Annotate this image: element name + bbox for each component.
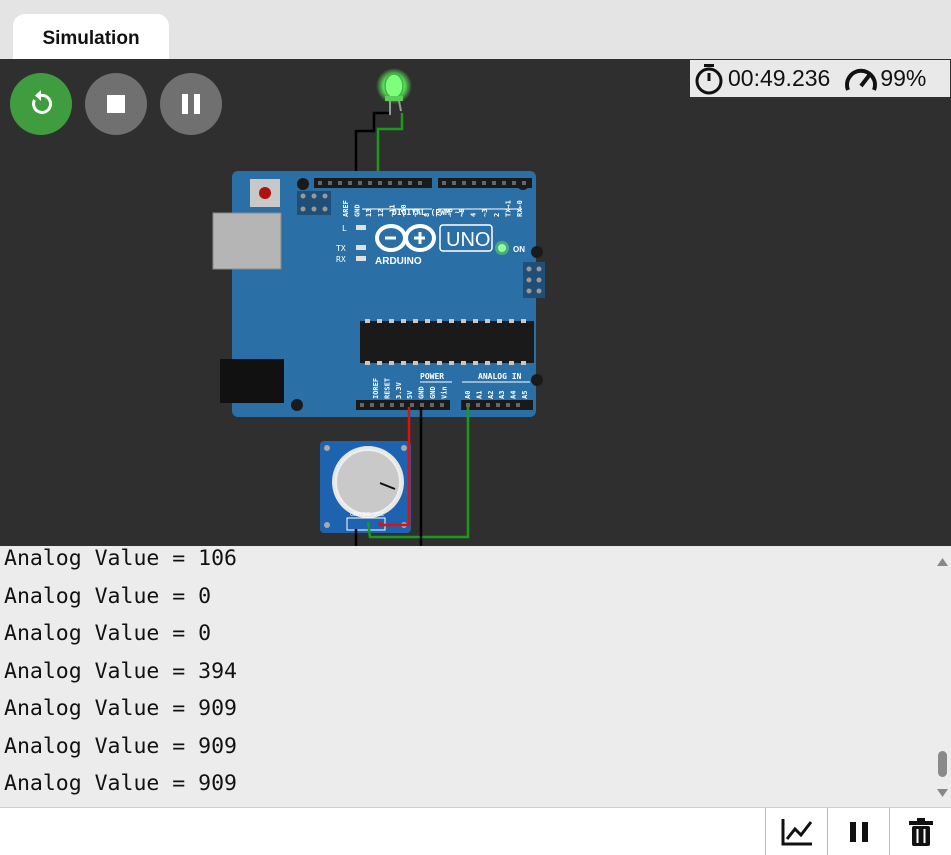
pin-label: IOREF bbox=[372, 378, 380, 399]
tx-led-label: TX bbox=[336, 244, 346, 253]
rx-led-label: RX bbox=[336, 255, 346, 264]
scroll-down-icon[interactable] bbox=[934, 786, 951, 800]
serial-output: Analog Value = 106 Analog Value = 0 Analog… bbox=[4, 546, 237, 803]
pin-label: 8 bbox=[423, 213, 431, 217]
serial-pause-button[interactable] bbox=[827, 808, 890, 855]
pin-label: ~3 bbox=[481, 209, 489, 217]
serial-line: Analog Value = 0 bbox=[4, 583, 212, 609]
serial-line: Analog Value = 106 bbox=[4, 546, 237, 571]
pin-label: GND bbox=[429, 386, 437, 399]
pot-pin-label: GND bbox=[350, 512, 362, 518]
pin-label: ~11 bbox=[388, 204, 396, 217]
circuit-diagram[interactable]: DIGITAL (PWM ~) L TX RX ARDUINO UNO ON P… bbox=[0, 59, 951, 546]
pin-label: GND bbox=[354, 204, 362, 217]
pin-label: A2 bbox=[487, 391, 495, 399]
pin-label: Vin bbox=[440, 386, 448, 399]
pin-label: 7 bbox=[435, 213, 443, 217]
pin-label: 13 bbox=[365, 209, 373, 217]
pin-label: 4 bbox=[470, 213, 478, 217]
pin-label: 12 bbox=[377, 209, 385, 217]
chart-icon bbox=[781, 818, 813, 845]
serial-line: Analog Value = 909 bbox=[4, 771, 237, 796]
pin-label: A0 bbox=[464, 391, 472, 399]
plotter-button[interactable] bbox=[765, 808, 828, 855]
pin-label: A3 bbox=[498, 391, 506, 399]
pin-label: A1 bbox=[475, 391, 483, 399]
pin-label: ~6 bbox=[446, 209, 454, 217]
simulation-canvas[interactable]: 00:49.236 99% DIGITAL (PWM ~) L TX RX AR… bbox=[0, 59, 951, 546]
pin-label: AREF bbox=[342, 200, 350, 217]
pin-label: A4 bbox=[510, 391, 518, 399]
pin-label: ~5 bbox=[458, 209, 466, 217]
serial-line: Analog Value = 909 bbox=[4, 696, 237, 721]
serial-toolbar bbox=[0, 807, 951, 855]
led-component[interactable] bbox=[376, 68, 412, 115]
serial-line: Analog Value = 394 bbox=[4, 658, 237, 684]
trash-icon bbox=[909, 817, 933, 846]
pin-label: ~10 bbox=[400, 204, 408, 217]
arduino-brand-label: ARDUINO bbox=[375, 256, 422, 267]
clear-button[interactable] bbox=[889, 808, 951, 855]
serial-monitor[interactable]: Analog Value = 106 Analog Value = 0 Analog… bbox=[0, 546, 951, 807]
pin-label: RX←0 bbox=[516, 200, 524, 217]
serial-line: Analog Value = 909 bbox=[4, 733, 237, 759]
serial-line: Analog Value = 0 bbox=[4, 621, 212, 646]
tab-bar: Simulation bbox=[0, 0, 951, 60]
serial-scrollbar[interactable] bbox=[934, 546, 951, 807]
scrollbar-thumb[interactable] bbox=[938, 751, 947, 777]
tab-simulation[interactable]: Simulation bbox=[13, 14, 169, 60]
l-led-label: L bbox=[342, 224, 347, 233]
potentiometer-pin-labels: GND SIG VCC bbox=[350, 512, 385, 518]
pin-label: A5 bbox=[521, 391, 529, 399]
pot-pin-label: SIG bbox=[362, 512, 371, 518]
pot-pin-label: VCC bbox=[374, 512, 385, 518]
pin-label: TX→1 bbox=[504, 200, 512, 217]
pause-icon bbox=[850, 821, 868, 842]
power-header-label: POWER bbox=[420, 372, 444, 381]
scroll-up-icon[interactable] bbox=[934, 556, 951, 570]
analog-header-label: ANALOG IN bbox=[478, 372, 522, 381]
pin-label: 3.3V bbox=[395, 381, 403, 399]
on-led-label: ON bbox=[513, 245, 525, 254]
pin-label: RESET bbox=[383, 378, 391, 399]
pin-label: 2 bbox=[493, 213, 501, 217]
pin-label: ~9 bbox=[412, 209, 420, 217]
pin-label: GND bbox=[418, 386, 426, 399]
uno-label: UNO bbox=[446, 229, 490, 251]
pin-label: 5V bbox=[406, 390, 414, 399]
potentiometer-module[interactable] bbox=[320, 441, 411, 533]
